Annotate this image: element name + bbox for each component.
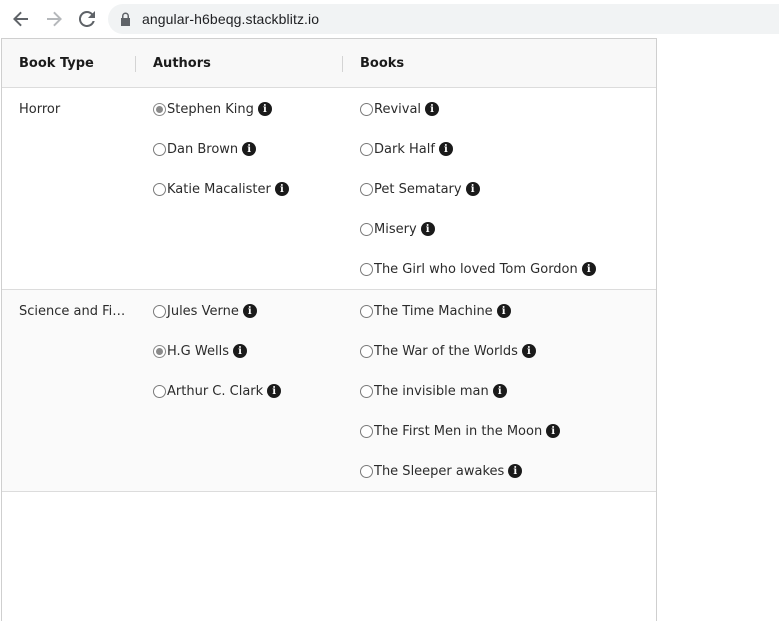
author-radio[interactable] (153, 142, 166, 156)
author-option[interactable]: Dan Brown i (153, 141, 257, 157)
book-label: The invisible man (374, 383, 489, 399)
books-grid: Book Type Authors Books Horror Stephen K… (1, 38, 657, 621)
header-book-type: Book Type (19, 56, 94, 71)
book-option[interactable]: Pet Sematary i (360, 181, 480, 197)
header-books: Books (360, 56, 405, 71)
book-radio[interactable] (360, 424, 373, 438)
info-icon[interactable]: i (521, 344, 536, 358)
info-icon[interactable]: i (267, 384, 282, 398)
book-option[interactable]: The Girl who loved Tom Gordon i (360, 261, 596, 277)
back-button[interactable] (10, 8, 32, 30)
author-label: Katie Macalister (167, 181, 271, 197)
book-type-cell: Science and Fi… (19, 304, 126, 319)
author-option[interactable]: Jules Verne i (153, 303, 257, 319)
book-radio[interactable] (360, 142, 373, 156)
book-radio[interactable] (360, 384, 373, 398)
page-viewport: Book Type Authors Books Horror Stephen K… (0, 38, 779, 621)
address-bar[interactable]: angular-h6beqg.stackblitz.io (108, 4, 779, 34)
book-option[interactable]: The First Men in the Moon i (360, 423, 561, 439)
grid-header: Book Type Authors Books (2, 39, 656, 88)
table-row: Science and Fi… Jules Verne i H.G Wells … (2, 290, 656, 492)
header-divider (342, 56, 343, 72)
browser-toolbar: angular-h6beqg.stackblitz.io (0, 0, 779, 38)
author-option[interactable]: Katie Macalister i (153, 181, 289, 197)
book-option[interactable]: The invisible man i (360, 383, 507, 399)
book-radio[interactable] (360, 304, 373, 318)
reload-icon (79, 11, 95, 27)
book-label: Dark Half (374, 141, 435, 157)
book-label: The Girl who loved Tom Gordon (374, 261, 578, 277)
book-radio[interactable] (360, 464, 373, 478)
arrow-left-icon (13, 11, 28, 27)
book-option[interactable]: Dark Half i (360, 141, 453, 157)
book-label: Misery (374, 221, 417, 237)
author-radio[interactable] (153, 304, 166, 318)
book-label: The Time Machine (374, 303, 493, 319)
author-label: Dan Brown (167, 141, 239, 157)
author-option[interactable]: Arthur C. Clark i (153, 383, 282, 399)
author-radio[interactable] (153, 384, 166, 398)
header-authors: Authors (153, 56, 211, 71)
arrow-right-icon (47, 11, 62, 27)
info-icon[interactable]: i (492, 384, 507, 398)
book-radio[interactable] (360, 344, 373, 358)
info-icon[interactable]: i (257, 102, 272, 116)
author-option[interactable]: H.G Wells i (153, 343, 247, 359)
author-label: Arthur C. Clark (167, 383, 264, 399)
book-option[interactable]: Misery i (360, 221, 435, 237)
book-label: Revival (374, 101, 422, 117)
info-icon[interactable]: i (420, 222, 435, 236)
book-label: The First Men in the Moon (374, 423, 543, 439)
book-option[interactable]: The Sleeper awakes i (360, 463, 523, 479)
author-option[interactable]: Stephen King i (153, 101, 272, 117)
header-divider (135, 56, 136, 72)
book-radio[interactable] (360, 262, 373, 276)
info-icon[interactable]: i (232, 344, 247, 358)
info-icon[interactable]: i (508, 464, 523, 478)
lock-icon (121, 12, 130, 26)
info-icon[interactable]: i (581, 262, 596, 276)
info-icon[interactable]: i (438, 142, 453, 156)
table-row: Horror Stephen King i Dan Brown i Katie … (2, 88, 656, 290)
url-text: angular-h6beqg.stackblitz.io (142, 11, 320, 27)
book-radio[interactable] (360, 182, 373, 196)
author-radio[interactable] (153, 182, 166, 196)
book-option[interactable]: The War of the Worlds i (360, 343, 536, 359)
book-option[interactable]: Revival i (360, 101, 440, 117)
reload-button[interactable] (76, 8, 98, 30)
author-label: H.G Wells (167, 343, 229, 359)
info-icon[interactable]: i (496, 304, 511, 318)
author-label: Jules Verne (167, 303, 239, 319)
book-type-cell: Horror (19, 102, 61, 117)
book-radio[interactable] (360, 222, 373, 236)
author-radio[interactable] (153, 344, 166, 358)
author-radio[interactable] (153, 102, 166, 116)
author-label: Stephen King (167, 101, 254, 117)
info-icon[interactable]: i (465, 182, 480, 196)
book-label: The Sleeper awakes (374, 463, 505, 479)
book-option[interactable]: The Time Machine i (360, 303, 511, 319)
info-icon[interactable]: i (242, 304, 257, 318)
book-radio[interactable] (360, 102, 373, 116)
book-label: Pet Sematary (374, 181, 462, 197)
info-icon[interactable]: i (546, 424, 561, 438)
info-icon[interactable]: i (425, 102, 440, 116)
info-icon[interactable]: i (242, 142, 257, 156)
info-icon[interactable]: i (274, 182, 289, 196)
book-label: The War of the Worlds (374, 343, 518, 359)
forward-button[interactable] (43, 8, 65, 30)
